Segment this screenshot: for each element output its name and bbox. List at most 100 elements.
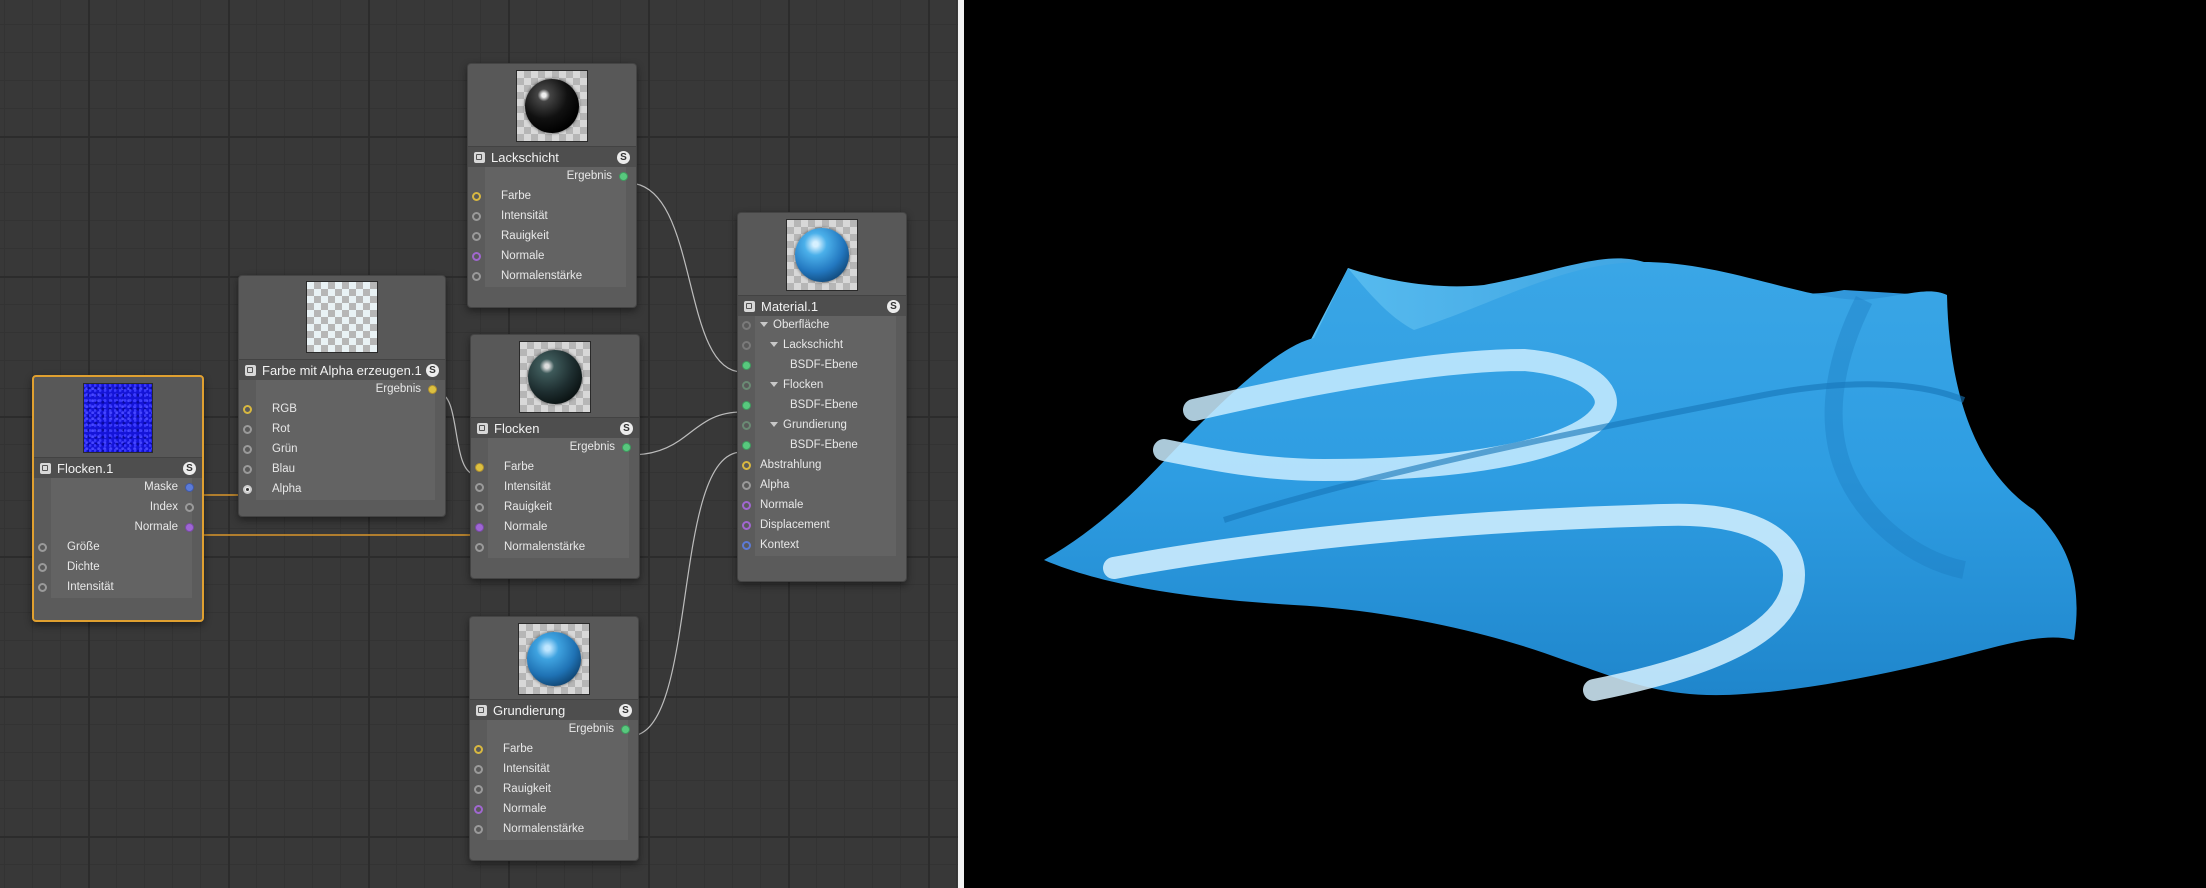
port-row: Normale (34, 518, 202, 538)
input-port-displacement[interactable] (742, 521, 751, 530)
input-port-normale[interactable] (475, 523, 484, 532)
node-titlebar[interactable]: Flocken S (471, 417, 639, 438)
output-port-ergebnis[interactable] (619, 172, 628, 181)
input-port-intensitaet[interactable] (472, 212, 481, 221)
input-port-normale[interactable] (742, 501, 751, 510)
solo-icon[interactable]: S (619, 703, 632, 717)
render-viewport[interactable] (964, 0, 2206, 888)
node-flocken1[interactable]: Flocken.1 S Maske Index Normale Größe Di… (32, 375, 204, 622)
tree-row[interactable]: Flocken (738, 376, 906, 396)
node-type-icon (476, 704, 487, 716)
input-port-normalenstaerke[interactable] (474, 825, 483, 834)
node-type-icon (477, 422, 488, 434)
node-editor-canvas[interactable]: Flocken.1 S Maske Index Normale Größe Di… (0, 0, 958, 888)
output-port-ergebnis[interactable] (622, 443, 631, 452)
input-port-bsdf-grundierung[interactable] (742, 441, 751, 450)
output-port-index[interactable] (185, 503, 194, 512)
tree-row[interactable]: BSDF-Ebene (738, 356, 906, 376)
input-port-bsdf-lackschicht[interactable] (742, 361, 751, 370)
input-port-flocken-group[interactable] (742, 381, 751, 390)
node-ports: Ergebnis Farbe Intensität Rauigkeit Norm… (468, 167, 636, 287)
input-port-rgb[interactable] (243, 405, 252, 414)
node-material1[interactable]: Material.1 S Oberfläche Lackschicht BSDF… (737, 212, 907, 582)
port-label: Intensität (501, 210, 548, 222)
input-port-intensitaet[interactable] (38, 583, 47, 592)
node-title: Grundierung (493, 702, 566, 718)
port-label: Normale (501, 250, 545, 262)
solo-icon[interactable]: S (617, 150, 630, 164)
output-port-normale[interactable] (185, 523, 194, 532)
input-port-intensitaet[interactable] (475, 483, 484, 492)
input-port-farbe[interactable] (472, 192, 481, 201)
expand-triangle-icon[interactable] (770, 422, 778, 428)
input-port-farbe[interactable] (475, 463, 484, 472)
tree-row[interactable]: BSDF-Ebene (738, 436, 906, 456)
port-label: Rauigkeit (504, 501, 552, 513)
input-port-rot[interactable] (243, 425, 252, 434)
input-port-dichte[interactable] (38, 563, 47, 572)
input-port-grundierung-group[interactable] (742, 421, 751, 430)
node-preview (470, 617, 638, 699)
input-port-intensitaet[interactable] (474, 765, 483, 774)
solo-icon[interactable]: S (183, 461, 196, 475)
tree-label: Grundierung (770, 419, 847, 431)
port-label: Alpha (272, 483, 302, 495)
port-row: Ergebnis (239, 380, 445, 400)
port-row: Blau (239, 460, 445, 480)
solo-icon[interactable]: S (887, 299, 900, 313)
port-row: Rauigkeit (471, 498, 639, 518)
output-port-maske[interactable] (185, 483, 194, 492)
input-port-normalenstaerke[interactable] (475, 543, 484, 552)
input-port-normalenstaerke[interactable] (472, 272, 481, 281)
tree-label: BSDF-Ebene (790, 399, 858, 411)
alpha-preview-thumbnail (306, 281, 378, 353)
input-port-alpha[interactable] (243, 485, 252, 494)
node-titlebar[interactable]: Lackschicht S (468, 146, 636, 167)
node-titlebar[interactable]: Farbe mit Alpha erzeugen.1 S (239, 359, 445, 380)
input-port-rauigkeit[interactable] (475, 503, 484, 512)
node-titlebar[interactable]: Grundierung S (470, 699, 638, 720)
expand-triangle-icon[interactable] (760, 322, 768, 328)
expand-triangle-icon[interactable] (770, 342, 778, 348)
port-label: Normalenstärke (503, 823, 585, 835)
port-label: Farbe (503, 743, 534, 755)
output-port-ergebnis[interactable] (621, 725, 630, 734)
input-port-bsdf-flocken[interactable] (742, 401, 751, 410)
material-preview-thumbnail (519, 341, 591, 413)
input-port-kontext[interactable] (742, 541, 751, 550)
input-port-oberflaeche[interactable] (742, 321, 751, 330)
input-port-rauigkeit[interactable] (472, 232, 481, 241)
noise-preview-thumbnail (83, 383, 153, 453)
tree-row[interactable]: BSDF-Ebene (738, 396, 906, 416)
port-row: Intensität (471, 478, 639, 498)
node-title: Material.1 (761, 298, 819, 314)
input-port-groesse[interactable] (38, 543, 47, 552)
solo-icon[interactable]: S (426, 363, 439, 377)
node-farbe-mit-alpha[interactable]: Farbe mit Alpha erzeugen.1 S Ergebnis RG… (238, 275, 446, 517)
node-flocken[interactable]: Flocken S Ergebnis Farbe Intensität Raui… (470, 334, 640, 579)
input-port-gruen[interactable] (243, 445, 252, 454)
output-port-ergebnis[interactable] (428, 385, 437, 394)
node-titlebar[interactable]: Flocken.1 S (34, 457, 202, 478)
tree-row[interactable]: Grundierung (738, 416, 906, 436)
input-port-blau[interactable] (243, 465, 252, 474)
input-port-rauigkeit[interactable] (474, 785, 483, 794)
tree-row[interactable]: Lackschicht (738, 336, 906, 356)
node-titlebar[interactable]: Material.1 S (738, 295, 906, 316)
solo-icon[interactable]: S (620, 421, 633, 435)
port-label: Ergebnis (566, 170, 612, 182)
input-port-normale[interactable] (472, 252, 481, 261)
input-port-abstrahlung[interactable] (742, 461, 751, 470)
expand-triangle-icon[interactable] (770, 382, 778, 388)
input-port-lackschicht-group[interactable] (742, 341, 751, 350)
port-label: Rot (272, 423, 290, 435)
input-port-farbe[interactable] (474, 745, 483, 754)
node-lackschicht[interactable]: Lackschicht S Ergebnis Farbe Intensität … (467, 63, 637, 308)
input-port-alpha[interactable] (742, 481, 751, 490)
node-grundierung[interactable]: Grundierung S Ergebnis Farbe Intensität … (469, 616, 639, 861)
port-label: Normalenstärke (504, 541, 586, 553)
tree-row[interactable]: Oberfläche (738, 316, 906, 336)
input-port-normale[interactable] (474, 805, 483, 814)
port-label: Intensität (504, 481, 551, 493)
tree-label: Oberfläche (760, 319, 829, 331)
